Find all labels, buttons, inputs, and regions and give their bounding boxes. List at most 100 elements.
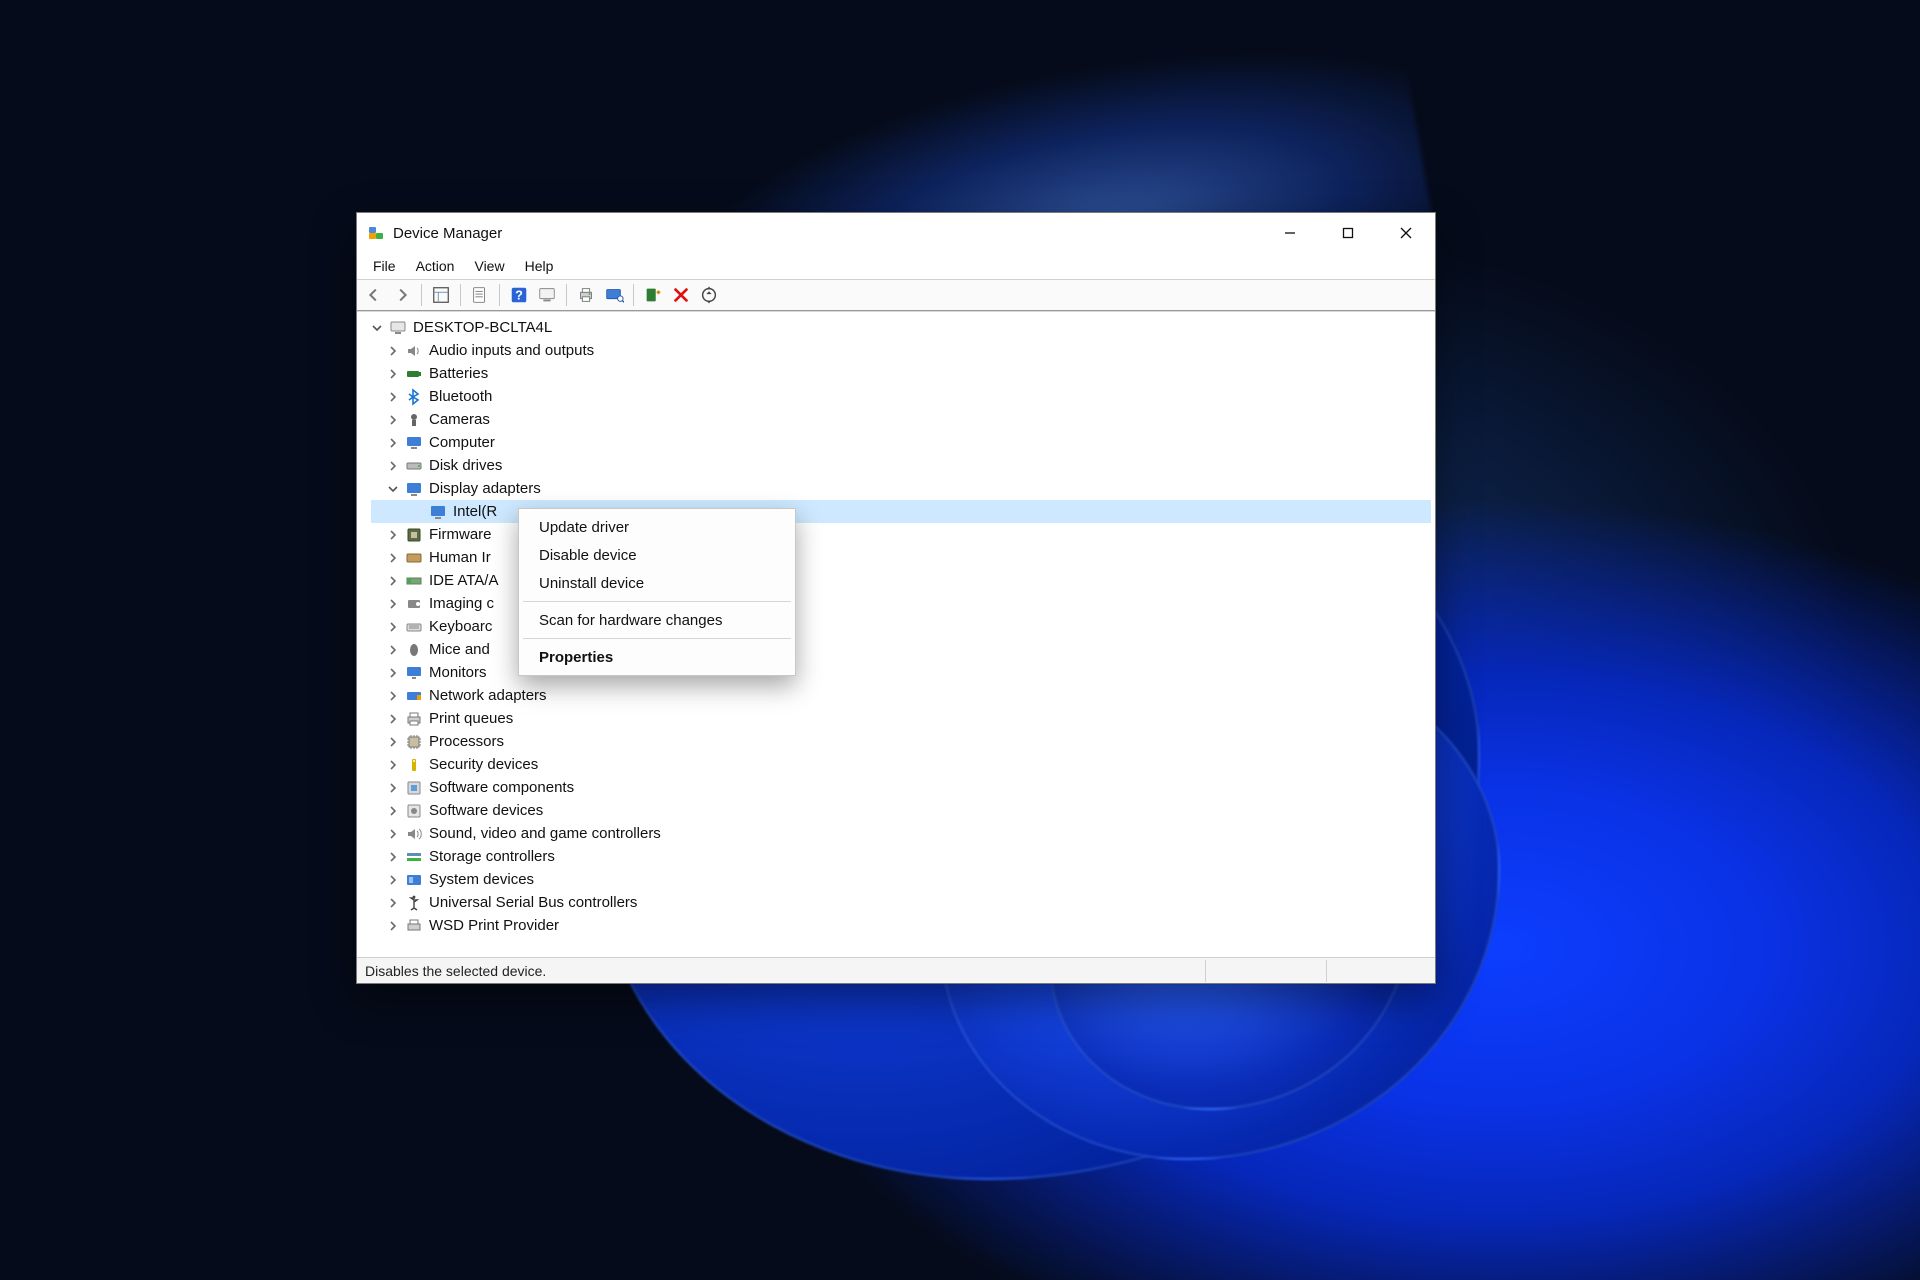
- toolbar-separator: [633, 284, 634, 306]
- chevron-right-icon[interactable]: [387, 644, 399, 656]
- chevron-right-icon[interactable]: [387, 897, 399, 909]
- chevron-right-icon[interactable]: [387, 713, 399, 725]
- chevron-right-icon[interactable]: [387, 851, 399, 863]
- titlebar[interactable]: Device Manager: [357, 213, 1435, 253]
- tree-category[interactable]: Cameras: [371, 408, 1431, 431]
- chevron-right-icon[interactable]: [387, 368, 399, 380]
- chevron-right-icon[interactable]: [387, 437, 399, 449]
- maximize-icon: [1342, 227, 1354, 239]
- action-computer-icon: [537, 285, 557, 305]
- add-legacy-icon: [643, 285, 663, 305]
- show-hide-tree-button[interactable]: [430, 284, 452, 306]
- window-controls: [1261, 213, 1435, 253]
- chevron-right-icon[interactable]: [387, 690, 399, 702]
- tree-category-label: Imaging c: [429, 595, 494, 612]
- chevron-right-icon[interactable]: [387, 460, 399, 472]
- context-menu: Update driver Disable device Uninstall d…: [518, 508, 796, 676]
- ctx-separator: [523, 638, 791, 639]
- chevron-right-icon[interactable]: [387, 920, 399, 932]
- add-legacy-button[interactable]: [642, 284, 664, 306]
- menu-file[interactable]: File: [363, 256, 406, 276]
- hid-icon: [405, 549, 423, 567]
- tree-category[interactable]: Bluetooth: [371, 385, 1431, 408]
- close-button[interactable]: [1377, 213, 1435, 253]
- chevron-right-icon[interactable]: [387, 575, 399, 587]
- tree-root-label: DESKTOP-BCLTA4L: [413, 319, 552, 336]
- chevron-right-icon[interactable]: [387, 621, 399, 633]
- ctx-uninstall-device[interactable]: Uninstall device: [521, 569, 793, 597]
- chevron-right-icon[interactable]: [387, 736, 399, 748]
- chevron-right-icon[interactable]: [387, 828, 399, 840]
- tree-category-label: Keyboarc: [429, 618, 492, 635]
- tree-category-label: Processors: [429, 733, 504, 750]
- tree-category[interactable]: Storage controllers: [371, 845, 1431, 868]
- forward-button[interactable]: [391, 284, 413, 306]
- svg-text:?: ?: [515, 288, 523, 303]
- help-button[interactable]: ?: [508, 284, 530, 306]
- action-computer-button[interactable]: [536, 284, 558, 306]
- tree-category[interactable]: Audio inputs and outputs: [371, 339, 1431, 362]
- menu-help[interactable]: Help: [515, 256, 564, 276]
- maximize-button[interactable]: [1319, 213, 1377, 253]
- chevron-right-icon[interactable]: [387, 759, 399, 771]
- toolbar-separator: [421, 284, 422, 306]
- chevron-right-icon[interactable]: [387, 667, 399, 679]
- tree-category[interactable]: System devices: [371, 868, 1431, 891]
- display-adapter-icon: [429, 503, 447, 521]
- tree-category[interactable]: Sound, video and game controllers: [371, 822, 1431, 845]
- tree-category[interactable]: Disk drives: [371, 454, 1431, 477]
- usb-controller-icon: [405, 894, 423, 912]
- chevron-right-icon[interactable]: [387, 552, 399, 564]
- chevron-right-icon[interactable]: [387, 874, 399, 886]
- tree-category-label: Monitors: [429, 664, 487, 681]
- tree-category[interactable]: Processors: [371, 730, 1431, 753]
- chevron-down-icon[interactable]: [371, 322, 383, 334]
- tree-category-label: Storage controllers: [429, 848, 555, 865]
- toolbar-separator: [566, 284, 567, 306]
- ctx-disable-device[interactable]: Disable device: [521, 541, 793, 569]
- tree-category[interactable]: Network adapters: [371, 684, 1431, 707]
- tree-category-label: Human Ir: [429, 549, 491, 566]
- tree-category-label: Firmware: [429, 526, 492, 543]
- tree-category-label: Universal Serial Bus controllers: [429, 894, 637, 911]
- ctx-update-driver[interactable]: Update driver: [521, 513, 793, 541]
- status-text: Disables the selected device.: [365, 963, 1205, 979]
- properties-button[interactable]: [469, 284, 491, 306]
- chevron-right-icon[interactable]: [387, 529, 399, 541]
- disk-drive-icon: [405, 457, 423, 475]
- back-button[interactable]: [363, 284, 385, 306]
- tree-category-label: System devices: [429, 871, 534, 888]
- tree-category[interactable]: Software devices: [371, 799, 1431, 822]
- tree-category[interactable]: Software components: [371, 776, 1431, 799]
- toolbar-separator: [460, 284, 461, 306]
- ctx-scan-hardware[interactable]: Scan for hardware changes: [521, 606, 793, 634]
- remove-device-button[interactable]: [670, 284, 692, 306]
- chevron-down-icon[interactable]: [387, 483, 399, 495]
- monitor-icon: [405, 664, 423, 682]
- minimize-button[interactable]: [1261, 213, 1319, 253]
- chevron-right-icon[interactable]: [387, 391, 399, 403]
- chevron-right-icon[interactable]: [387, 345, 399, 357]
- chevron-right-icon[interactable]: [387, 414, 399, 426]
- print-button[interactable]: [575, 284, 597, 306]
- toolbar-separator: [499, 284, 500, 306]
- menu-action[interactable]: Action: [406, 256, 465, 276]
- scan-hardware-button[interactable]: [603, 284, 625, 306]
- chevron-right-icon[interactable]: [387, 805, 399, 817]
- tree-category[interactable]: WSD Print Provider: [371, 914, 1431, 937]
- menu-view[interactable]: View: [464, 256, 514, 276]
- chevron-right-icon[interactable]: [387, 598, 399, 610]
- tree-category[interactable]: Print queues: [371, 707, 1431, 730]
- tree-category[interactable]: Batteries: [371, 362, 1431, 385]
- tree-root[interactable]: DESKTOP-BCLTA4L: [371, 316, 1431, 339]
- update-driver-button[interactable]: [698, 284, 720, 306]
- tree-category[interactable]: Universal Serial Bus controllers: [371, 891, 1431, 914]
- statusbar: Disables the selected device.: [357, 957, 1435, 983]
- battery-icon: [405, 365, 423, 383]
- tree-category[interactable]: Computer: [371, 431, 1431, 454]
- software-component-icon: [405, 779, 423, 797]
- chevron-right-icon[interactable]: [387, 782, 399, 794]
- ctx-properties[interactable]: Properties: [521, 643, 793, 671]
- tree-category[interactable]: Security devices: [371, 753, 1431, 776]
- tree-category[interactable]: Display adapters: [371, 477, 1431, 500]
